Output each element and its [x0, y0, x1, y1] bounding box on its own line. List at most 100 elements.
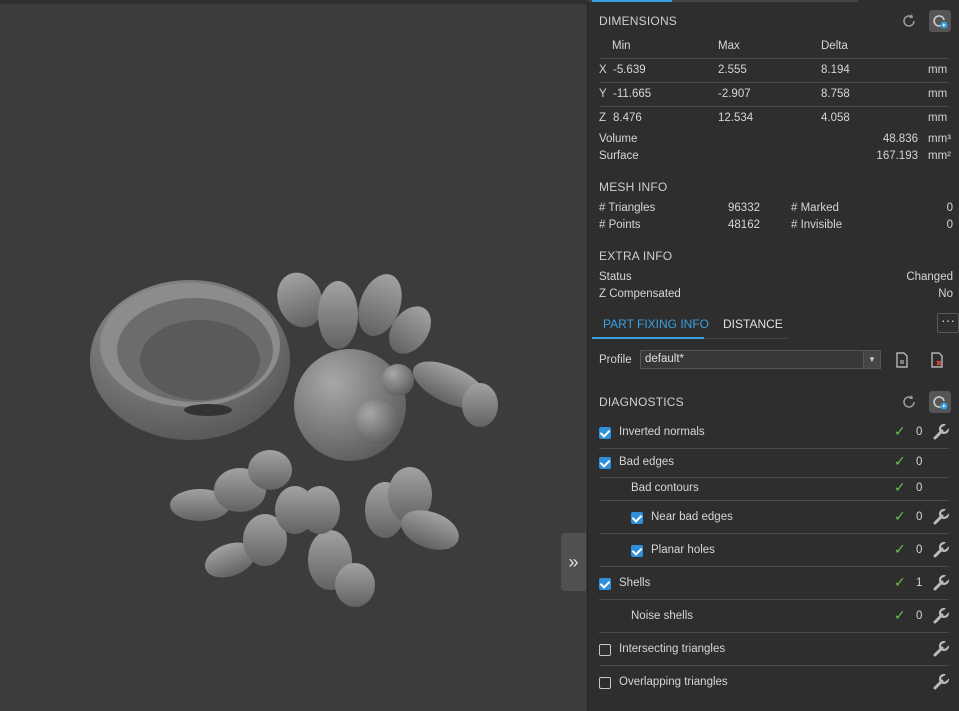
- diagnostic-label: Overlapping triangles: [619, 676, 728, 688]
- z-max: 12.534: [718, 112, 754, 124]
- diagnostic-count: 0: [916, 482, 923, 494]
- diagnostic-label: Planar holes: [651, 544, 715, 556]
- triangles-value: 96332: [728, 202, 760, 214]
- diagnostic-count: 0: [916, 426, 923, 438]
- volume-value: 48.836: [882, 133, 918, 145]
- status-value: Changed: [906, 271, 953, 283]
- overlapping-triangles-checkbox[interactable]: [599, 677, 611, 689]
- ok-check-icon: ✓: [894, 479, 906, 495]
- tab-baseline: [704, 338, 788, 339]
- divider: [599, 477, 949, 478]
- chevron-down-icon[interactable]: ▼: [863, 351, 880, 368]
- diagnostic-count: 1: [916, 577, 923, 589]
- y-max: -2.907: [718, 88, 751, 100]
- diagnostic-label: Noise shells: [631, 610, 693, 622]
- z-delta: 4.058: [821, 112, 850, 124]
- wrench-icon[interactable]: [932, 574, 950, 592]
- shells-checkbox[interactable]: [599, 578, 611, 590]
- invisible-value: 0: [946, 219, 953, 231]
- spider-model[interactable]: [80, 260, 510, 620]
- y-unit: mm: [928, 88, 948, 100]
- delete-profile-icon[interactable]: [926, 349, 948, 371]
- invisible-label: # Invisible: [791, 219, 843, 231]
- divider: [599, 632, 949, 633]
- y-min: -11.665: [613, 88, 652, 100]
- panel-active-tab-marker: [592, 0, 672, 2]
- header-max: Max: [718, 40, 740, 52]
- more-options-button[interactable]: ···: [937, 313, 959, 333]
- divider: [599, 58, 949, 59]
- surface-label: Surface: [599, 150, 639, 162]
- diagnostic-count: 0: [916, 456, 923, 468]
- refresh-dimensions-icon[interactable]: [898, 10, 920, 32]
- divider: [599, 533, 949, 534]
- points-value: 48162: [728, 219, 760, 231]
- dimensions-title: DIMENSIONS: [599, 14, 678, 28]
- diagnostic-label: Inverted normals: [619, 426, 705, 438]
- wrench-icon[interactable]: [932, 508, 950, 526]
- marked-label: # Marked: [791, 202, 839, 214]
- auto-update-dimensions-icon[interactable]: [929, 10, 951, 32]
- volume-label: Volume: [599, 133, 638, 145]
- x-delta: 8.194: [821, 64, 850, 76]
- profile-value: default*: [645, 353, 685, 365]
- auto-update-diagnostics-icon[interactable]: [929, 391, 951, 413]
- properties-panel: DIMENSIONS Min Max Delta X -5.639 2.555 …: [587, 0, 959, 711]
- tab-part-fixing-info[interactable]: PART FIXING INFO: [603, 317, 709, 331]
- ok-check-icon: ✓: [894, 574, 906, 590]
- wrench-icon[interactable]: [932, 541, 950, 559]
- profile-label: Profile: [599, 354, 632, 366]
- active-tab-underline: [592, 337, 704, 339]
- y-delta: 8.758: [821, 88, 850, 100]
- wrench-icon[interactable]: [932, 673, 950, 691]
- x-max: 2.555: [718, 64, 747, 76]
- wrench-icon[interactable]: [932, 423, 950, 441]
- surface-value: 167.193: [876, 150, 918, 162]
- axis-label: X: [599, 64, 607, 76]
- extra-info-title: EXTRA INFO: [599, 249, 673, 263]
- diagnostic-label: Intersecting triangles: [619, 643, 726, 655]
- wrench-icon[interactable]: [932, 607, 950, 625]
- tab-distance[interactable]: DISTANCE: [723, 317, 783, 331]
- status-label: Status: [599, 271, 632, 283]
- diagnostic-label: Bad edges: [619, 456, 674, 468]
- x-min: -5.639: [613, 64, 646, 76]
- divider: [599, 599, 949, 600]
- bad-edges-checkbox[interactable]: [599, 457, 611, 469]
- axis-label: Z: [599, 112, 607, 124]
- divider: [599, 82, 949, 83]
- diagnostic-label: Shells: [619, 577, 651, 589]
- divider: [599, 106, 949, 107]
- diagnostic-label: Near bad edges: [651, 511, 733, 523]
- refresh-diagnostics-icon[interactable]: [898, 391, 920, 413]
- diagnostic-label: Bad contours: [631, 482, 699, 494]
- ok-check-icon: ✓: [894, 453, 906, 469]
- mesh-info-title: MESH INFO: [599, 180, 668, 194]
- inverted-normals-checkbox[interactable]: [599, 427, 611, 439]
- intersecting-triangles-checkbox[interactable]: [599, 644, 611, 656]
- profile-select[interactable]: default* ▼: [640, 350, 881, 369]
- diagnostic-count: 0: [916, 610, 923, 622]
- points-label: # Points: [599, 219, 641, 231]
- marked-value: 0: [946, 202, 953, 214]
- viewport-top-border: [0, 0, 586, 4]
- ok-check-icon: ✓: [894, 541, 906, 557]
- diagnostic-count: 0: [916, 544, 923, 556]
- divider: [599, 500, 949, 501]
- diagnostics-title: DIAGNOSTICS: [599, 395, 684, 409]
- divider: [599, 566, 949, 567]
- header-min: Min: [612, 40, 631, 52]
- surface-unit: mm²: [928, 150, 951, 162]
- planar-holes-checkbox[interactable]: [631, 545, 643, 557]
- volume-unit: mm³: [928, 133, 951, 145]
- header-delta: Delta: [821, 40, 848, 52]
- ok-check-icon: ✓: [894, 607, 906, 623]
- near-bad-edges-checkbox[interactable]: [631, 512, 643, 524]
- z-unit: mm: [928, 112, 948, 124]
- collapse-panel-button[interactable]: »: [561, 533, 586, 591]
- z-min: 8.476: [613, 112, 642, 124]
- wrench-icon[interactable]: [932, 640, 950, 658]
- z-compensated-value: No: [938, 288, 953, 300]
- save-profile-icon[interactable]: [891, 349, 913, 371]
- 3d-viewport[interactable]: »: [0, 0, 586, 711]
